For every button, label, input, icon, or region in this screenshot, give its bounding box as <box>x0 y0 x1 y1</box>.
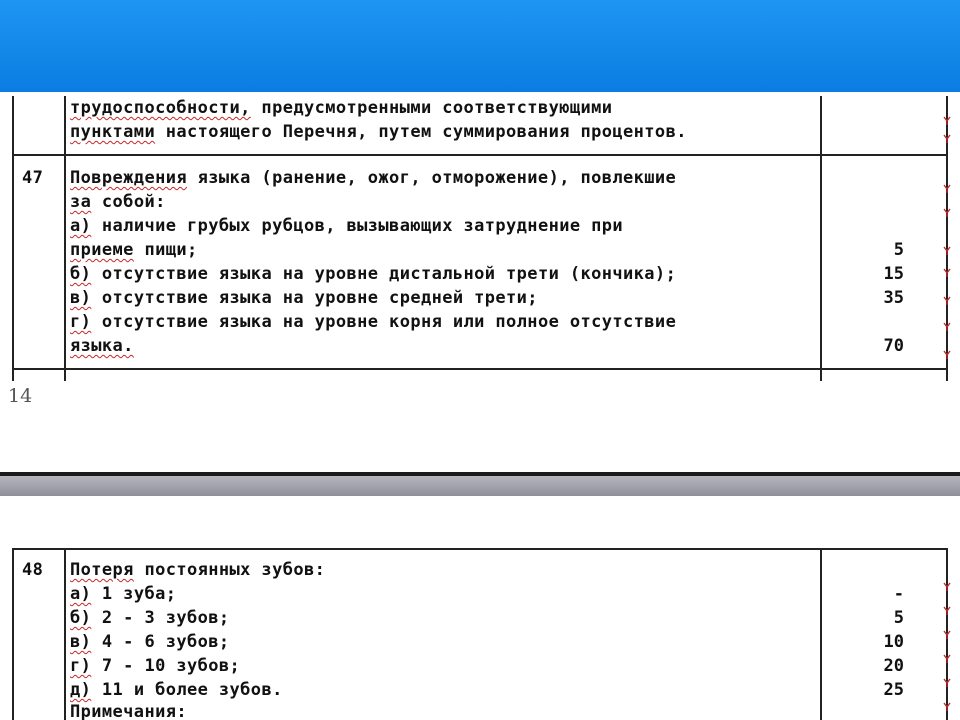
spellcheck-wave-icon <box>943 178 951 193</box>
spellcheck-flagged-word: Примечания: <box>70 702 187 720</box>
item-line: б) 2 - 3 зубов; <box>70 608 230 628</box>
spellcheck-wave-icon <box>943 240 951 255</box>
table-top-border <box>12 548 948 550</box>
slide-header-band <box>0 0 960 92</box>
table-col-divider-1 <box>64 548 66 720</box>
spellcheck-flagged-word: за <box>70 192 92 212</box>
spellcheck-flagged-word: д) <box>70 680 92 700</box>
spellcheck-flagged-word: а) <box>70 216 92 236</box>
spellcheck-wave-icon <box>943 648 951 663</box>
spellcheck-wave-icon <box>943 576 951 591</box>
item-line: г) 7 - 10 зубов; <box>70 656 241 676</box>
item-line: Повреждения языка (ранение, ожог, отморо… <box>70 168 677 188</box>
spellcheck-wave-icon <box>943 672 951 687</box>
spellcheck-flagged-word: в) <box>70 632 92 652</box>
percent-value: 35 <box>883 288 904 308</box>
spellcheck-wave-icon <box>943 316 951 331</box>
percent-value: 25 <box>883 680 904 700</box>
spellcheck-flagged-word: пунктами <box>70 122 156 142</box>
item-line: приеме пищи; <box>70 240 198 260</box>
percent-value: - <box>893 584 904 604</box>
spellcheck-wave-icon <box>943 600 951 615</box>
percent-value: 20 <box>883 656 904 676</box>
spellcheck-flagged-word: г) <box>70 312 92 332</box>
item-line: Примечания: <box>70 700 187 720</box>
spellcheck-wave-icon <box>943 128 951 143</box>
item-line: в) 4 - 6 зубов; <box>70 632 230 652</box>
table-row-divider <box>12 154 948 156</box>
spellcheck-wave-icon <box>943 344 951 359</box>
item-number: 48 <box>22 560 44 580</box>
item-line: в) отсутствие языка на уровне средней тр… <box>70 288 538 308</box>
item-line: г) отсутствие языка на уровне корня или … <box>70 312 677 332</box>
spellcheck-wave-icon <box>943 202 951 217</box>
item-line: языка. <box>70 334 134 358</box>
spellcheck-wave-icon <box>943 110 951 125</box>
spellcheck-flagged-word: а) <box>70 584 92 604</box>
spellcheck-flagged-word: г) <box>70 656 92 676</box>
spellcheck-flagged-word: приеме <box>70 240 134 260</box>
item-line: за собой: <box>70 192 166 212</box>
continuation-line-2: пунктами настоящего Перечня, путем сумми… <box>70 122 687 142</box>
spellcheck-flagged-word: языка. <box>70 336 134 356</box>
percent-value: 70 <box>883 336 904 356</box>
spellcheck-flagged-word: в) <box>70 288 92 308</box>
percent-value: 10 <box>883 632 904 652</box>
spellcheck-flagged-word: Потеря <box>70 560 134 580</box>
spellcheck-flagged-word: б) <box>70 264 92 284</box>
percent-value: 5 <box>893 240 904 260</box>
spellcheck-flagged-word: трудоспособности, <box>70 98 251 118</box>
table-col-divider-1 <box>64 96 66 381</box>
spellcheck-flagged-word: б) <box>70 608 92 628</box>
continuation-line-1: трудоспособности, предусмотренными соотв… <box>70 98 613 118</box>
percent-value: 5 <box>893 608 904 628</box>
table-bottom-border <box>12 368 948 370</box>
item-line: б) отсутствие языка на уровне дистальной… <box>70 264 677 284</box>
spellcheck-wave-icon <box>943 262 951 277</box>
item-line: д) 11 и более зубов. <box>70 680 283 700</box>
spellcheck-flagged-word: Повреждения <box>70 168 187 188</box>
table-border-left <box>12 548 14 720</box>
spellcheck-wave-icon <box>943 290 951 305</box>
spellcheck-wave-icon <box>943 624 951 639</box>
item-number: 47 <box>22 168 44 188</box>
table-border-left <box>12 96 14 381</box>
table-col-divider-2 <box>820 548 822 720</box>
spellcheck-wave-icon <box>943 696 951 711</box>
percent-value: 15 <box>883 264 904 284</box>
item-line: а) 1 зуба; <box>70 584 177 604</box>
item-line: а) наличие грубых рубцов, вызывающих зат… <box>70 216 624 236</box>
item-line: Потеря постоянных зубов: <box>70 560 326 580</box>
table-col-divider-2 <box>820 96 822 381</box>
page-number: 14 <box>8 385 33 407</box>
page-break-band <box>0 476 960 496</box>
